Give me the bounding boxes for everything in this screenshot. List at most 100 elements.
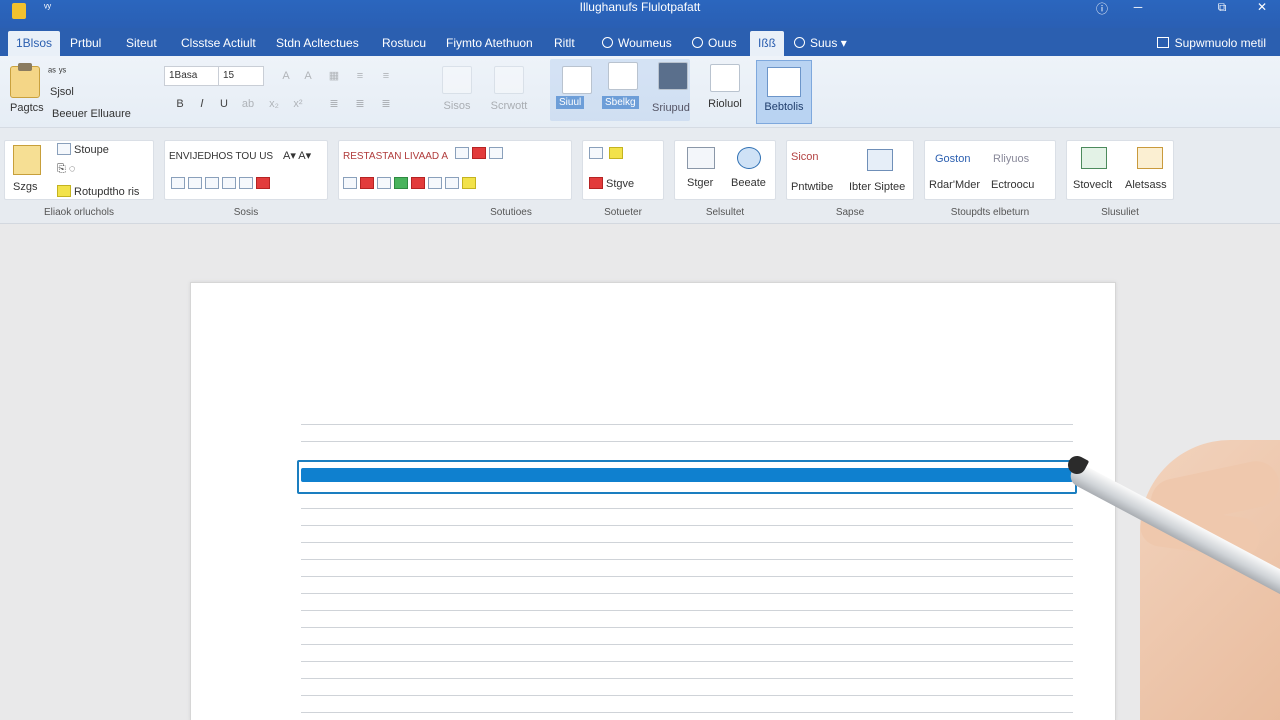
- numbering-icon[interactable]: ≡: [378, 68, 394, 84]
- panel5-item-1[interactable]: Pntwtibe: [791, 181, 833, 193]
- restore-button[interactable]: ⧉: [1212, 0, 1232, 15]
- tab-6[interactable]: Rostucu: [374, 31, 434, 56]
- paragraph-preview[interactable]: RESTASTAN LIVAAD A: [343, 151, 448, 162]
- paragraph-icons-bottom[interactable]: [343, 177, 479, 190]
- ruled-line: [301, 712, 1073, 713]
- styles-button-2[interactable]: Scrwott: [486, 62, 532, 120]
- superscript-icon[interactable]: x²: [290, 96, 306, 112]
- globe-icon: [692, 37, 703, 48]
- tab-home[interactable]: 1Blsos: [8, 31, 61, 56]
- selection-label-2[interactable]: Sbelkg: [602, 96, 639, 109]
- bold-icon[interactable]: B: [172, 96, 188, 112]
- chart-icon[interactable]: [1081, 147, 1107, 169]
- font-color-icon: [256, 177, 270, 189]
- align-center-icon[interactable]: ≣: [352, 96, 368, 112]
- align-right-icon[interactable]: ≣: [378, 96, 394, 112]
- paste-label[interactable]: Pagtcs: [10, 102, 44, 114]
- list-icon: [343, 177, 357, 189]
- caption-4: Selsultet: [705, 207, 745, 218]
- panel3-item[interactable]: Stgve: [589, 177, 634, 190]
- paste-big-icon[interactable]: [13, 145, 41, 175]
- align-left-icon[interactable]: ≣: [326, 96, 342, 112]
- subscript-icon[interactable]: x₂: [266, 96, 282, 112]
- font-size-box[interactable]: 15: [218, 66, 264, 86]
- panel6-item-0[interactable]: Goston: [935, 153, 970, 165]
- minimize-button[interactable]: ─: [1128, 0, 1148, 14]
- shrink-font-icon[interactable]: A: [300, 68, 316, 84]
- panel6-item-2[interactable]: Rdar'Mder: [929, 179, 980, 191]
- paste-icon[interactable]: [10, 63, 40, 98]
- ruled-line: [301, 661, 1073, 662]
- italic-icon[interactable]: 𝐼: [194, 96, 210, 112]
- tab-11[interactable]: Ißß: [750, 31, 784, 56]
- tab-9[interactable]: Woumeus: [594, 31, 680, 56]
- chart-icon: [658, 62, 688, 90]
- subscript-mini-icon: [239, 177, 253, 189]
- copy-icon[interactable]: ⎘ ◌: [57, 163, 75, 176]
- shapes-icon: [562, 66, 592, 94]
- panel7-item-1[interactable]: Aletsass: [1125, 179, 1167, 191]
- underline-icon[interactable]: U: [216, 96, 232, 112]
- italic-mini-icon: [188, 177, 202, 189]
- panel4-item-0[interactable]: Stger: [687, 177, 713, 189]
- font-size-icons[interactable]: A▾ A▾: [283, 149, 311, 162]
- panel4-item-1[interactable]: Beeate: [731, 177, 766, 189]
- panel7-item-0[interactable]: Stoveclt: [1073, 179, 1112, 191]
- paragraph-icons-top[interactable]: [455, 147, 506, 160]
- document-page[interactable]: [190, 282, 1116, 720]
- ruled-line: [301, 424, 1073, 425]
- panel5-item-2[interactable]: Ibter Siptee: [849, 181, 905, 193]
- ruled-line: [301, 508, 1073, 509]
- grow-font-icon[interactable]: A: [278, 68, 294, 84]
- clipboard-group: Pagtcs ᵃˢ ʸˢ Sjsol Beeuer Elluaure: [0, 60, 160, 122]
- selection-label-3[interactable]: Sriupud: [652, 102, 690, 114]
- font-name-box[interactable]: 1Basa: [164, 66, 220, 86]
- shape-icon: [589, 147, 603, 159]
- strike-icon[interactable]: ab: [240, 96, 256, 112]
- help-icon[interactable]: ⓘ: [1092, 0, 1112, 17]
- ribbon-panel-5: Sicon Pntwtibe Ibter Siptee: [786, 140, 914, 200]
- tab-4[interactable]: Clsstse Actiult: [173, 31, 264, 56]
- styles-button-1[interactable]: Sisos: [434, 62, 480, 120]
- tab-7[interactable]: Fiymto Atethuon: [438, 31, 541, 56]
- image-icon[interactable]: [1137, 147, 1163, 169]
- ruled-line: [301, 695, 1073, 696]
- bullets-icon[interactable]: ≡: [352, 68, 368, 84]
- clear-format-icon[interactable]: ▦: [326, 68, 342, 84]
- brush-icon: [57, 185, 71, 197]
- tab-2[interactable]: Prtbul: [62, 31, 109, 56]
- copy-label[interactable]: Sjsol: [50, 86, 74, 98]
- document-icon[interactable]: [687, 147, 715, 169]
- extra-button[interactable]: Rioluol: [702, 60, 748, 118]
- globe-icon: [794, 37, 805, 48]
- layout-icon: [767, 67, 801, 97]
- cut-label[interactable]: ᵃˢ ʸˢ: [48, 66, 66, 78]
- share-button[interactable]: Supwmuolo metil: [1156, 31, 1266, 56]
- highlighted-line[interactable]: [301, 468, 1073, 482]
- tab-10[interactable]: Ouus: [684, 31, 745, 56]
- grid-icon[interactable]: [867, 149, 893, 171]
- panel6-item-1[interactable]: Rliyuos: [993, 153, 1029, 165]
- border-icon: [472, 147, 486, 159]
- tab-5[interactable]: Stdn Acltectues: [268, 31, 367, 56]
- format-painter-label[interactable]: Beeuer Elluaure: [52, 108, 131, 120]
- shading-icon: [360, 177, 374, 189]
- panel3-icons[interactable]: [589, 147, 626, 160]
- caption-6: Stoupdts elbeturn: [950, 207, 1030, 218]
- tab-3[interactable]: Siteut: [118, 31, 165, 56]
- panel6-item-3[interactable]: Ectroocu: [991, 179, 1034, 191]
- panel5-item-0[interactable]: Sicon: [791, 151, 819, 163]
- ribbon-panel-4: Stger Beeate: [674, 140, 776, 200]
- globe-icon[interactable]: [737, 147, 761, 169]
- panel0-item-1[interactable]: Stoupe: [57, 143, 109, 156]
- insert-shape-button[interactable]: [554, 62, 600, 120]
- font-style-icons[interactable]: [171, 177, 273, 190]
- selection-label-1[interactable]: Siuul: [556, 96, 585, 109]
- close-button[interactable]: ✕: [1252, 0, 1272, 14]
- panel0-item-0[interactable]: Szgs: [13, 181, 37, 193]
- tab-12[interactable]: Suus ▾: [786, 31, 855, 56]
- font-preview[interactable]: ENVIJEDHOS TOU US: [169, 151, 273, 162]
- panel0-item-2[interactable]: Rotupdtho ris: [57, 185, 139, 198]
- tab-8[interactable]: Ritlt: [546, 31, 583, 56]
- headers-button[interactable]: Bebtolis: [756, 60, 812, 124]
